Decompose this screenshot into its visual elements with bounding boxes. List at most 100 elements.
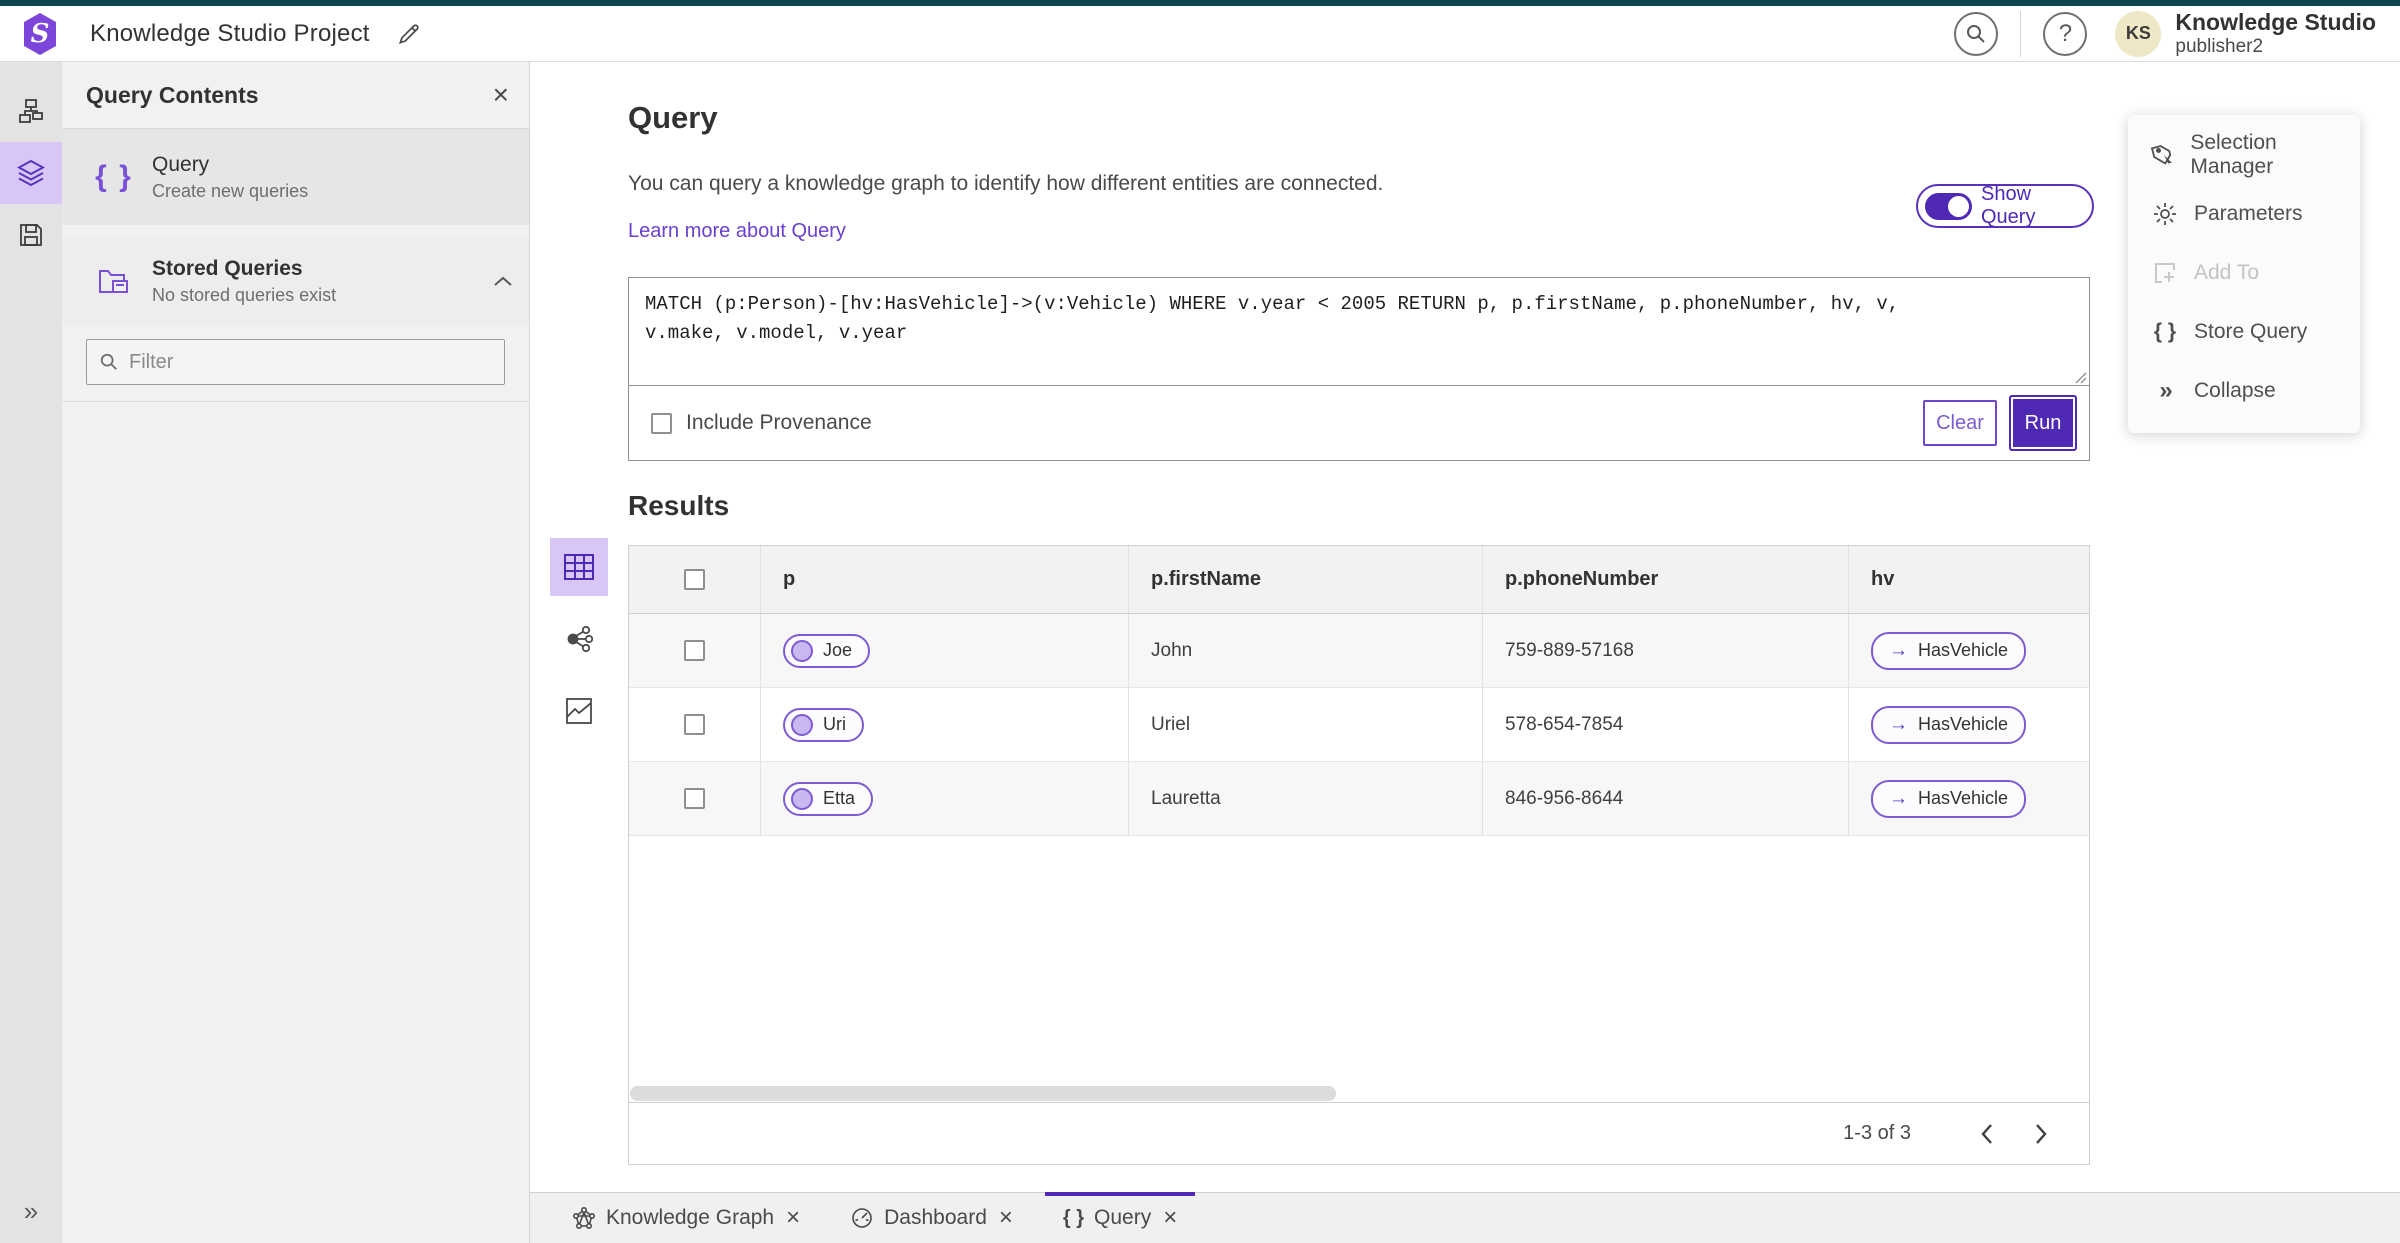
help-icon[interactable]: ? [2043, 11, 2088, 56]
braces-icon: { } [95, 160, 133, 193]
query-text-input[interactable]: MATCH (p:Person)-[hv:HasVehicle]->(v:Veh… [629, 278, 2089, 386]
query-tools-panel: Selection Manager Parameters Add To {} … [2128, 115, 2360, 433]
rp-label: Store Query [2194, 319, 2308, 343]
table-pagination: 1-3 of 3 [629, 1102, 2089, 1164]
selection-manager-button[interactable]: Selection Manager [2128, 125, 2360, 184]
filter-input[interactable] [129, 350, 492, 374]
learn-more-link[interactable]: Learn more about Query [628, 220, 846, 243]
entity-pill[interactable]: Etta [783, 781, 874, 816]
relationship-arrow-icon: → [1889, 713, 1908, 735]
prev-page-button[interactable] [1965, 1112, 2009, 1156]
left-rail: » [0, 62, 62, 1243]
rail-save-button[interactable] [0, 204, 62, 266]
search-icon[interactable] [1954, 11, 1999, 56]
rail-layers-button[interactable] [0, 142, 62, 204]
show-query-toggle[interactable]: Show Query [1916, 183, 2094, 228]
clear-button[interactable]: Clear [1923, 400, 1997, 446]
phone-cell: 759-889-57168 [1505, 639, 1634, 661]
result-view-switcher [550, 538, 608, 754]
panel-item-title: Stored Queries [152, 256, 303, 280]
app-window: S Knowledge Studio Project ? KS Knowledg… [0, 0, 2400, 1243]
selection-manager-icon [2150, 142, 2176, 168]
first-name-cell: Lauretta [1151, 787, 1221, 809]
column-header[interactable]: p.firstName [1129, 546, 1483, 613]
avatar[interactable]: KS [2115, 10, 2162, 57]
panel-item-subtitle: Create new queries [152, 180, 309, 201]
close-icon[interactable]: × [786, 1206, 800, 1230]
row-checkbox[interactable] [684, 640, 705, 661]
phone-cell: 846-956-8644 [1505, 787, 1624, 809]
include-provenance-label: Include Provenance [686, 411, 872, 434]
layers-icon [16, 158, 46, 188]
row-checkbox[interactable] [684, 714, 705, 735]
entity-dot-icon [791, 713, 813, 736]
rp-label: Collapse [2194, 378, 2276, 402]
braces-icon: { } [1062, 1206, 1085, 1229]
expand-rail-icon[interactable]: » [0, 1189, 62, 1233]
filter-field [86, 339, 505, 385]
table-view-button[interactable] [550, 538, 608, 596]
tab-knowledge-graph[interactable]: Knowledge Graph × [554, 1193, 818, 1243]
results-title: Results [628, 490, 730, 521]
resize-handle-icon[interactable] [2073, 370, 2087, 384]
store-query-button[interactable]: { } Store Query [2128, 302, 2360, 361]
column-header[interactable]: hv [1849, 546, 2089, 613]
panel-item-stored-queries[interactable]: Stored Queries No stored queries exist [62, 237, 529, 325]
stored-queries-folder-icon [90, 265, 138, 297]
relationship-pill[interactable]: → HasVehicle [1871, 631, 2027, 670]
table-header-row: p p.firstName p.phoneNumber hv [629, 546, 2089, 614]
results-table-card: p p.firstName p.phoneNumber hv Joe John … [628, 545, 2090, 1165]
tab-label: Knowledge Graph [606, 1206, 775, 1229]
rp-label: Parameters [2194, 201, 2303, 225]
query-editor-card: MATCH (p:Person)-[hv:HasVehicle]->(v:Veh… [628, 277, 2090, 461]
add-to-icon [2150, 260, 2180, 286]
entity-pill[interactable]: Uri [783, 707, 864, 742]
relationship-label: HasVehicle [1918, 714, 2009, 734]
filter-search-icon [99, 352, 119, 372]
row-checkbox[interactable] [684, 788, 705, 809]
tab-label: Dashboard [884, 1206, 987, 1229]
chevron-up-icon[interactable] [493, 275, 513, 287]
column-header[interactable]: p.phoneNumber [1483, 546, 1849, 613]
edit-title-pencil-icon[interactable] [396, 21, 422, 47]
query-description: You can query a knowledge graph to ident… [628, 172, 1384, 195]
store-query-braces-icon: { } [2153, 319, 2177, 343]
query-main-area: Query You can query a knowledge graph to… [530, 62, 2400, 1192]
run-button[interactable]: Run [2009, 395, 2077, 451]
table-row[interactable]: Etta Lauretta 846-956-8644 → HasVehicle [629, 762, 2089, 836]
relationship-pill[interactable]: → HasVehicle [1871, 705, 2027, 744]
rail-schema-button[interactable] [0, 80, 62, 142]
first-name-cell: John [1151, 639, 1193, 661]
table-row[interactable]: Joe John 759-889-57168 → HasVehicle [629, 614, 2089, 688]
select-all-checkbox[interactable] [684, 569, 705, 590]
user-info[interactable]: Knowledge Studio publisher2 [2175, 9, 2382, 57]
panel-title: Query Contents [86, 81, 259, 108]
collapse-panel-button[interactable]: » Collapse [2128, 361, 2360, 420]
header-actions: ? KS Knowledge Studio publisher2 [1942, 9, 2382, 57]
close-icon[interactable]: × [1163, 1206, 1177, 1230]
relationship-label: HasVehicle [1918, 788, 2009, 808]
map-view-button[interactable] [550, 682, 608, 740]
map-view-icon [565, 697, 593, 725]
panel-item-query[interactable]: { } Query Create new queries [62, 129, 529, 225]
close-icon[interactable]: × [493, 81, 509, 109]
column-header[interactable]: p [761, 546, 1129, 613]
close-icon[interactable]: × [999, 1206, 1013, 1230]
knowledge-graph-icon [572, 1206, 596, 1230]
link-chart-view-button[interactable] [550, 610, 608, 668]
tab-label: Query [1094, 1206, 1152, 1229]
next-page-button[interactable] [2019, 1112, 2063, 1156]
header-divider [2020, 10, 2022, 57]
tab-dashboard[interactable]: Dashboard × [832, 1193, 1031, 1243]
save-floppy-icon [17, 221, 45, 249]
include-provenance-checkbox[interactable] [651, 412, 672, 434]
entity-label: Joe [823, 640, 853, 660]
relationship-pill[interactable]: → HasVehicle [1871, 779, 2027, 818]
table-row[interactable]: Uri Uriel 578-654-7854 → HasVehicle [629, 688, 2089, 762]
horizontal-scrollbar[interactable] [630, 1086, 1336, 1101]
tab-query[interactable]: { } Query × [1044, 1192, 1196, 1243]
entity-pill[interactable]: Joe [783, 633, 871, 668]
svg-text:S: S [31, 19, 50, 49]
parameters-button[interactable]: Parameters [2128, 184, 2360, 243]
table-view-icon [564, 554, 594, 580]
